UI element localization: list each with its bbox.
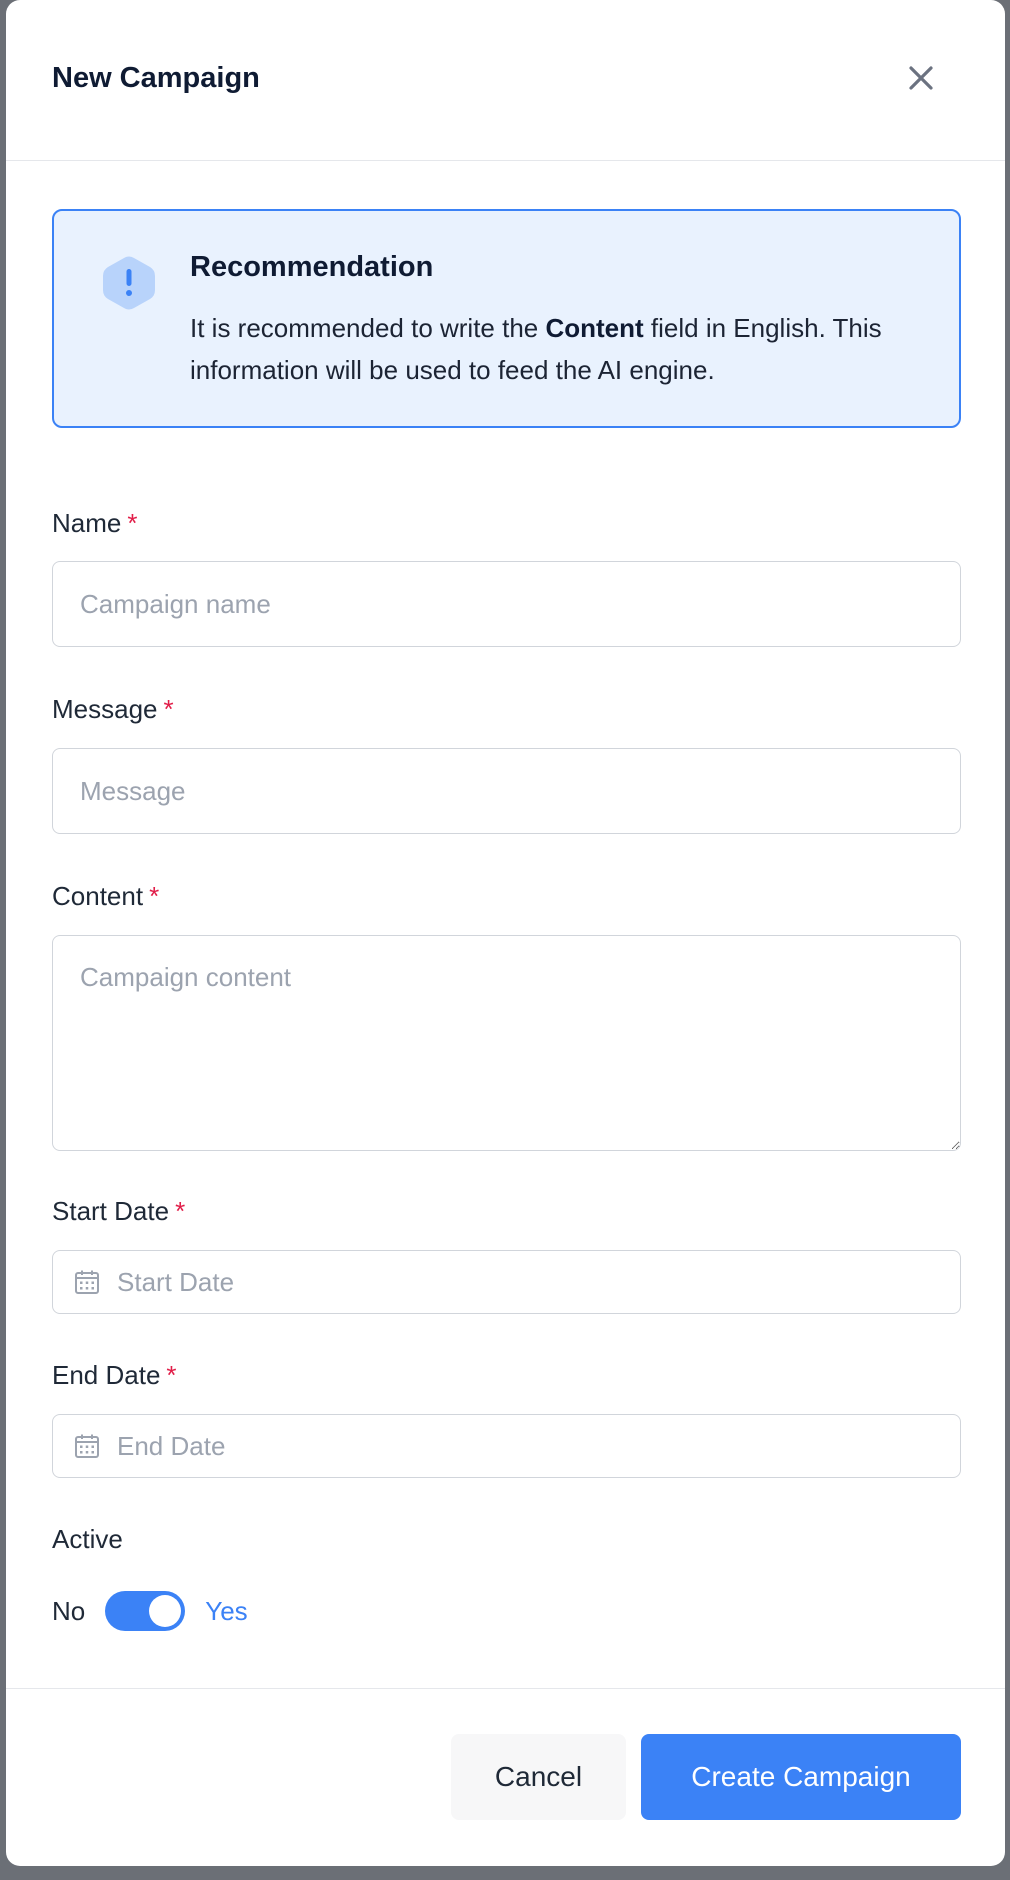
alert-message: It is recommended to write the Content f…	[190, 307, 930, 391]
end-date-label-text: End Date	[52, 1360, 161, 1390]
alert-title: Recommendation	[190, 251, 434, 283]
campaign-content-textarea[interactable]	[52, 935, 961, 1151]
required-mark: *	[127, 508, 138, 538]
required-mark: *	[166, 1360, 177, 1390]
toggle-knob	[149, 1595, 182, 1627]
required-mark: *	[175, 1196, 186, 1226]
modal-footer: Cancel Create Campaign	[6, 1688, 1005, 1866]
content-label-text: Content	[52, 881, 144, 911]
required-mark: *	[149, 881, 160, 911]
start-date-input[interactable]	[52, 1250, 961, 1314]
active-toggle-row: No Yes	[52, 1591, 248, 1631]
exclamation-hexagon-icon	[103, 256, 155, 310]
message-label-text: Message	[52, 694, 158, 724]
recommendation-alert: Recommendation It is recommended to writ…	[52, 209, 961, 428]
start-date-label: Start Date *	[52, 1196, 185, 1227]
modal-title: New Campaign	[52, 62, 260, 94]
alert-text-bold: Content	[545, 313, 644, 343]
toggle-on-label: Yes	[205, 1595, 248, 1626]
campaign-name-input[interactable]	[52, 561, 961, 647]
content-label: Content *	[52, 881, 159, 912]
close-icon	[909, 66, 933, 90]
active-label: Active	[52, 1524, 123, 1554]
alert-text-prefix: It is recommended to write the	[190, 313, 546, 343]
message-label: Message *	[52, 694, 174, 725]
name-label-text: Name	[52, 508, 122, 538]
close-button[interactable]	[903, 60, 939, 96]
end-date-input[interactable]	[52, 1414, 961, 1478]
create-campaign-button[interactable]: Create Campaign	[641, 1734, 961, 1820]
cancel-button[interactable]: Cancel	[451, 1734, 626, 1820]
new-campaign-modal: New Campaign Recommendation It is recomm…	[6, 0, 1005, 1866]
active-toggle[interactable]	[105, 1591, 186, 1631]
start-date-label-text: Start Date	[52, 1196, 170, 1226]
name-label: Name *	[52, 508, 137, 539]
message-input[interactable]	[52, 748, 961, 834]
toggle-off-label: No	[52, 1595, 86, 1626]
modal-body: Recommendation It is recommended to writ…	[6, 161, 1005, 1689]
required-mark: *	[163, 694, 174, 724]
modal-header: New Campaign	[6, 0, 1005, 161]
end-date-label: End Date *	[52, 1360, 177, 1391]
